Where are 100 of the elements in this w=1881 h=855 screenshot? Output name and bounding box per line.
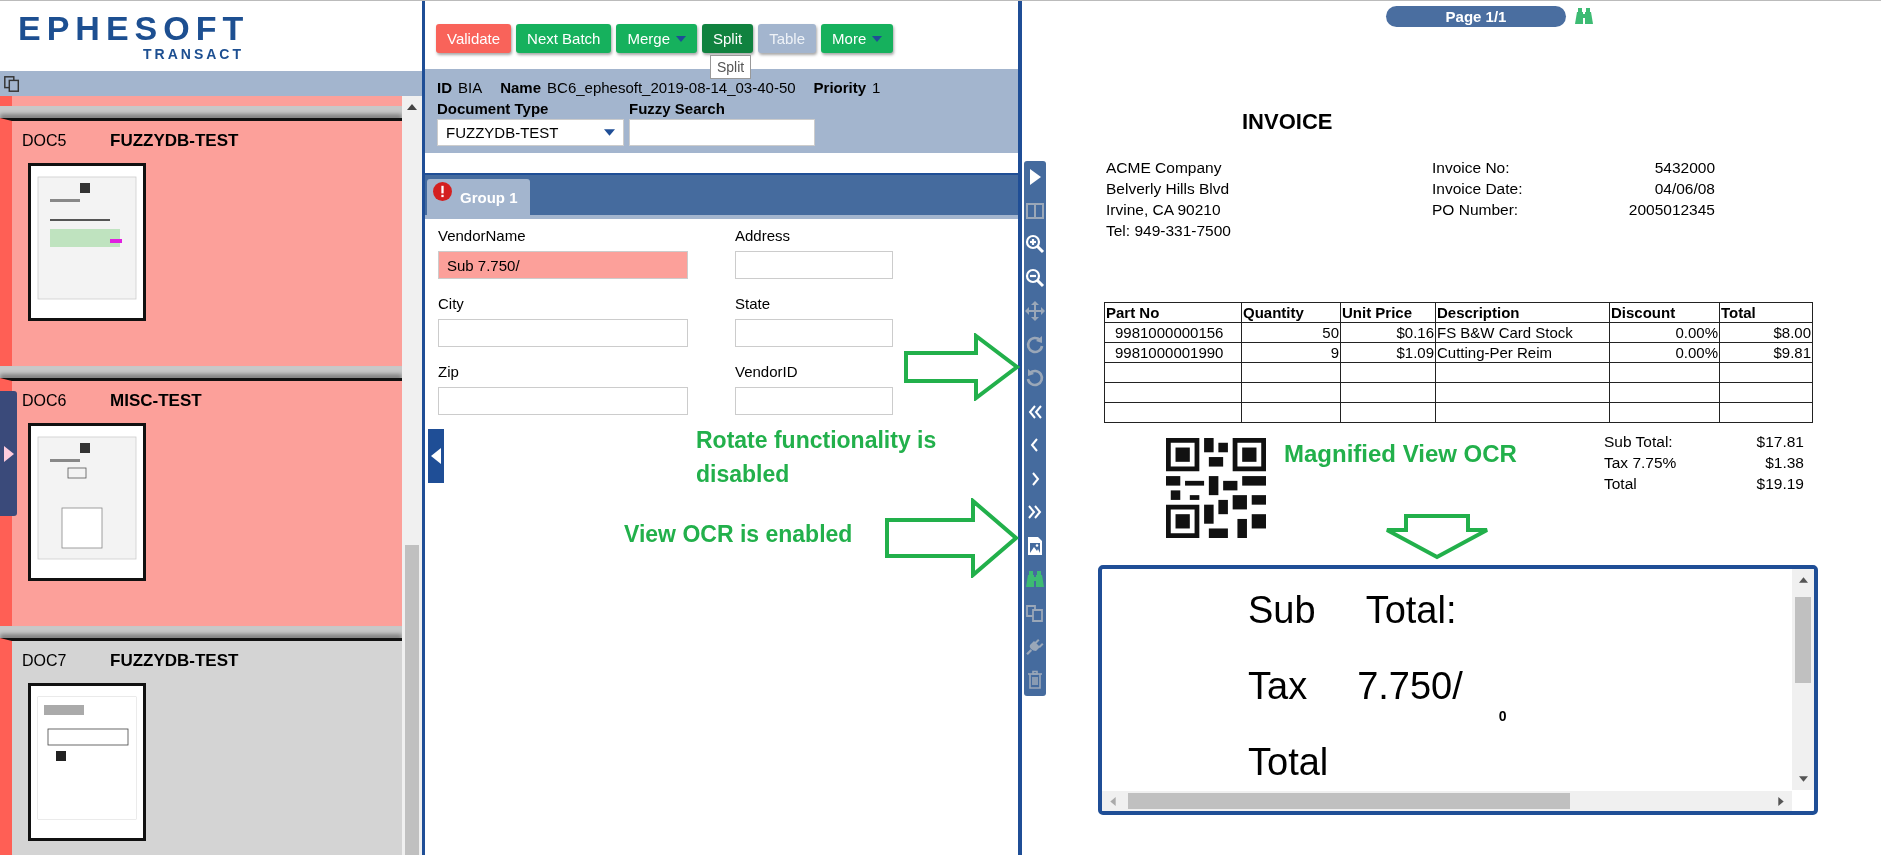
page-indicator: Page 1/1 [1386,6,1566,27]
meta-value: 5432000 [1653,158,1715,178]
tooltip: Split [710,55,752,79]
zoom-in-icon[interactable] [1025,234,1045,254]
table-cell: 0.00% [1609,342,1720,363]
document-id: DOC7 [22,652,68,670]
toolbar-button[interactable]: More [821,24,894,53]
ocr-word: 7.750/ [1357,665,1463,708]
total-label: Tax 7.75% [1604,453,1678,473]
field-label: State [735,295,772,312]
table-cell: $9.81 [1719,342,1813,363]
triangle-icon [431,448,441,464]
expand-handle[interactable] [0,391,17,516]
column-header: Discount [1609,302,1720,323]
scroll-up-icon[interactable] [407,104,417,110]
binoculars-icon[interactable] [1574,6,1594,26]
toolbar-button[interactable]: Validate [436,24,512,53]
column-header: Quantity [1241,302,1341,323]
invoice-title: INVOICE [1242,109,1333,135]
table-cell: FS B&W Card Stock [1435,322,1610,343]
ocr-word: Total [1248,741,1329,784]
address-line: Irvine, CA 90210 [1106,200,1222,220]
input-field[interactable] [735,387,893,415]
field-label: City [438,295,465,312]
address-line: ACME Company [1106,158,1223,178]
name-label: Name [500,79,542,96]
total-value: $17.81 [1755,432,1804,452]
scroll-down-icon[interactable] [1798,776,1808,782]
ocr-word: Sub [1248,589,1316,632]
input-field[interactable] [438,319,688,347]
table-cell: $1.09 [1340,342,1436,363]
field-label: Fuzzy Search [629,100,726,117]
toolbar-button[interactable]: Split [702,24,754,53]
column-header: Description [1435,302,1610,323]
meta-label: PO Number: [1432,200,1520,220]
address-line: Tel: 949-331-7500 [1106,221,1231,241]
scrollbar[interactable] [402,96,422,855]
annotation-text: Magnified View OCR [1284,439,1517,469]
binoculars-icon[interactable] [1025,569,1045,589]
scrollbar[interactable] [1102,791,1792,811]
copy-icon[interactable] [3,74,21,93]
table-cell: Cutting-Per Reim [1435,342,1610,363]
image-icon[interactable] [1025,535,1045,556]
toolbar-button[interactable]: Merge [616,24,697,53]
document-type-dropdown[interactable]: FUZZYDB-TEST [437,119,624,146]
zoom-out-icon[interactable] [1025,267,1045,288]
document-id: DOC6 [22,392,68,410]
table-cell: $0.16 [1340,322,1436,343]
input-field[interactable] [438,387,688,415]
collapse-handle[interactable] [428,429,444,483]
document-type: MISC-TEST [110,391,202,411]
meta-value: 2005012345 [1627,200,1715,220]
table-cell: 9981000001990 [1104,342,1242,363]
document-card[interactable]: DOC5 FUZZYDB-TEST [0,118,402,366]
scroll-left-icon[interactable] [1110,796,1116,806]
input-field[interactable]: Sub 7.750/ [438,251,688,279]
scrollbar[interactable] [1792,569,1814,790]
qr-code-icon [1166,438,1266,538]
id-label: ID [437,79,452,96]
error-icon [433,182,452,201]
scroll-up-icon[interactable] [1798,577,1808,583]
field-label: Address [735,227,792,244]
total-value: $19.19 [1755,474,1804,494]
ocr-word: Tax [1248,665,1308,708]
fuzzy-search-field[interactable] [629,119,815,146]
name-value: BC6_ephesoft_2019-08-14_03-40-50 [547,79,796,96]
total-value: $1.38 [1764,453,1804,473]
total-label: Total [1604,474,1638,494]
caret-icon [872,35,883,42]
total-label: Sub Total: [1604,432,1674,452]
column-header: Part No [1104,302,1242,323]
table-cell: 9 [1241,342,1341,363]
address-line: Belverly Hills Blvd [1106,179,1231,199]
document-card[interactable]: DOC6 MISC-TEST [0,378,402,626]
column-header: Unit Price [1340,302,1436,323]
id-value: BIA [458,79,483,96]
meta-label: Invoice Date: [1432,179,1524,199]
triangle-icon [3,445,14,462]
document-card[interactable]: DOC7 FUZZYDB-TEST [0,638,402,855]
priority-label: Priority [813,79,867,96]
scroll-right-icon[interactable] [1778,796,1784,806]
input-field[interactable] [735,319,893,347]
input-field[interactable] [735,251,893,279]
field-label: Document Type [437,100,550,117]
document-type: FUZZYDB-TEST [110,651,239,671]
table-cell: 50 [1241,322,1341,343]
toolbar-button[interactable]: Next Batch [516,24,612,53]
caret-icon [676,35,686,42]
ocr-word: 0 [1498,708,1507,724]
meta-label: Invoice No: [1432,158,1511,178]
column-header: Total [1719,302,1813,323]
ocr-word: Total: [1365,589,1457,632]
field-label: VendorID [735,363,799,380]
table-cell: $8.00 [1719,322,1813,343]
priority-value: 1 [872,79,881,96]
annotation-text: View OCR is enabled [624,520,853,549]
table-cell: 0.00% [1609,322,1720,343]
logo: EPHESOFT TRANSACT [18,10,244,62]
field-label: Zip [438,363,460,380]
meta-value: 04/06/08 [1653,179,1715,199]
